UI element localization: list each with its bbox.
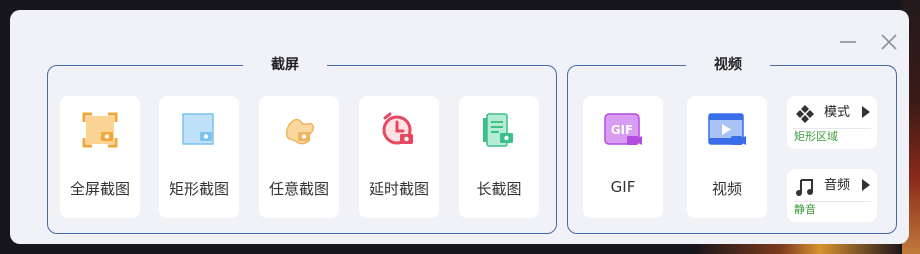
music-note-icon — [796, 179, 813, 196]
scroll-capture-label: 长截图 — [476, 180, 522, 198]
svg-text:GIF: GIF — [611, 123, 634, 137]
freeform-capture-button[interactable]: 任意截图 — [259, 96, 339, 218]
minimize-button[interactable] — [838, 32, 858, 52]
mode-value: 矩形区域 — [794, 130, 838, 143]
audio-divider — [793, 201, 871, 202]
close-icon — [881, 34, 897, 50]
scroll-capture-button[interactable]: 长截图 — [459, 96, 539, 218]
rectangle-capture-icon — [182, 113, 214, 145]
audio-value: 静音 — [794, 203, 816, 216]
close-button[interactable] — [879, 32, 899, 52]
timer-capture-button[interactable]: 延时截图 — [359, 96, 439, 218]
mode-expand-arrow-icon[interactable] — [861, 105, 871, 119]
video-record-button[interactable]: 视频 — [687, 96, 767, 218]
audio-selector[interactable]: 音频 静音 — [787, 169, 877, 222]
mode-title: 模式 — [824, 105, 851, 120]
mode-divider — [793, 128, 871, 129]
fullscreen-capture-icon — [82, 112, 118, 148]
rectangle-capture-label: 矩形截图 — [168, 180, 229, 198]
mode-selector[interactable]: 模式 矩形区域 — [787, 96, 877, 149]
fullscreen-capture-label: 全屏截图 — [69, 180, 130, 198]
video-record-label: 视频 — [711, 180, 742, 198]
mode-diamond-icon — [796, 105, 814, 123]
video-group-title: 视频 — [686, 55, 770, 75]
freeform-capture-icon — [285, 118, 315, 145]
timer-capture-label: 延时截图 — [368, 180, 429, 198]
video-record-icon — [708, 113, 746, 145]
audio-title: 音频 — [824, 178, 851, 193]
video-group: 视频 GIF GIF 视频 模式 矩形区域 音频 静音 — [567, 55, 897, 234]
minimize-icon — [840, 41, 856, 43]
rectangle-capture-button[interactable]: 矩形截图 — [159, 96, 239, 218]
audio-expand-arrow-icon[interactable] — [861, 178, 871, 192]
gif-record-label: GIF — [610, 178, 636, 196]
gif-record-icon: GIF — [604, 113, 642, 145]
capture-toolbar-window: 截屏 全屏截图 矩形截图 任意截图 延时截图 长截图 视频 GIF GIF 视频… — [10, 10, 909, 244]
screenshot-group-title: 截屏 — [243, 55, 327, 75]
timer-capture-icon — [382, 112, 413, 145]
fullscreen-capture-button[interactable]: 全屏截图 — [60, 96, 140, 218]
freeform-capture-label: 任意截图 — [268, 180, 329, 198]
scroll-capture-icon — [483, 113, 513, 147]
screenshot-group: 截屏 全屏截图 矩形截图 任意截图 延时截图 长截图 — [47, 55, 557, 234]
gif-record-button[interactable]: GIF GIF — [583, 96, 663, 218]
